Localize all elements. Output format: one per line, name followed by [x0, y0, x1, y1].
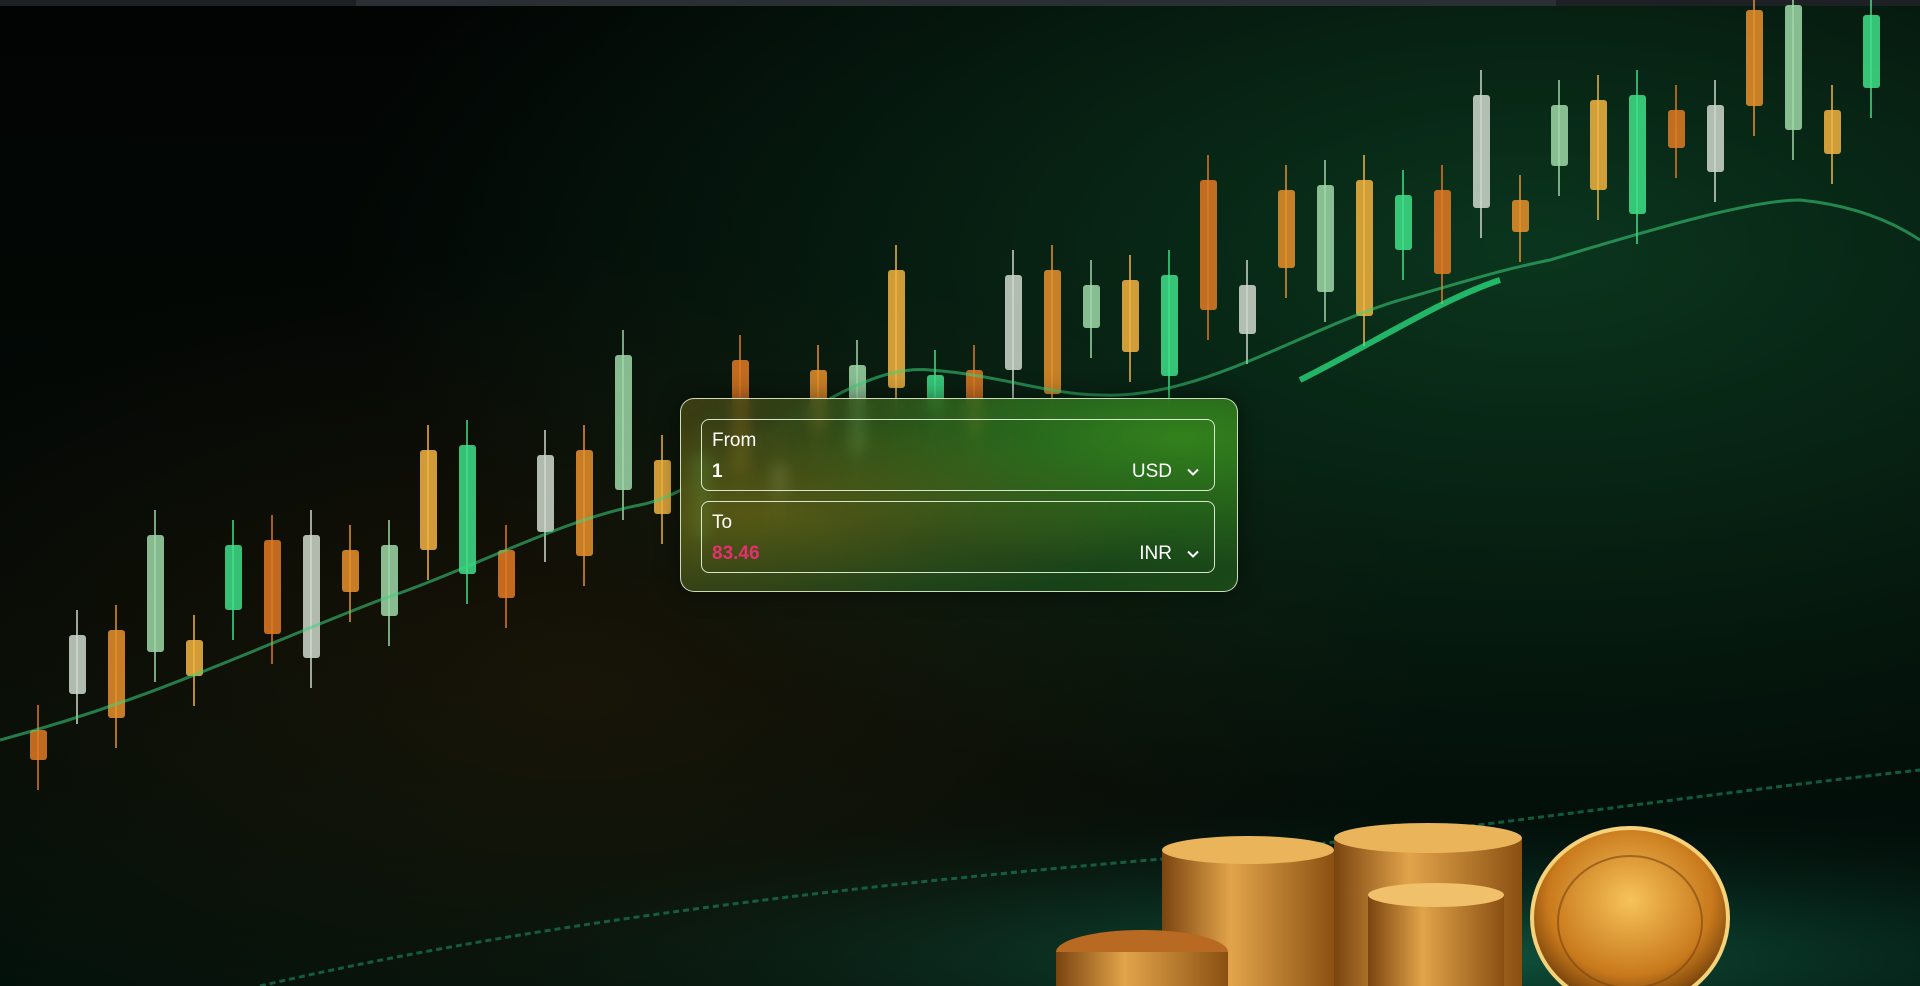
candle-body — [1473, 95, 1490, 208]
from-currency-code: USD — [1131, 461, 1172, 482]
candle-body — [498, 550, 515, 598]
candle-body — [1395, 195, 1412, 250]
candle-body — [420, 450, 437, 550]
candle-body — [147, 535, 164, 652]
candle-body — [1005, 275, 1022, 370]
candle-body — [1824, 110, 1841, 154]
candle-body — [1161, 275, 1178, 376]
from-currency-select[interactable]: USD — [1132, 458, 1200, 486]
candle-body — [537, 455, 554, 532]
candle-body — [1512, 200, 1529, 232]
candle-body — [1785, 5, 1802, 130]
candle-body — [1200, 180, 1217, 310]
candle-body — [1863, 15, 1880, 88]
candle-body — [1356, 180, 1373, 316]
from-amount-input[interactable]: 1 — [712, 461, 723, 483]
candle-body — [1122, 280, 1139, 352]
candle-body — [1044, 270, 1061, 394]
to-amount-output: 83.46 — [712, 543, 760, 564]
candle-body — [264, 540, 281, 634]
from-label: From — [712, 430, 757, 451]
chevron-down-icon — [1187, 550, 1199, 558]
candle-body — [30, 730, 47, 760]
candle-body — [342, 550, 359, 592]
candle-body — [1434, 190, 1451, 274]
candle-body — [1629, 95, 1646, 214]
candle-body — [1707, 105, 1724, 172]
candle-body — [1317, 185, 1334, 292]
candle-body — [1668, 110, 1685, 148]
candle-body — [186, 640, 203, 676]
candle-body — [1239, 285, 1256, 334]
candle-body — [615, 355, 632, 490]
candle-body — [225, 545, 242, 610]
candle-body — [654, 460, 671, 514]
candle-body — [459, 445, 476, 574]
candle-body — [69, 635, 86, 694]
to-currency-code: INR — [1139, 543, 1172, 564]
candle-body — [381, 545, 398, 616]
to-field[interactable]: To 83.46 INR — [701, 501, 1215, 573]
from-field[interactable]: From 1 USD — [701, 419, 1215, 491]
background-scene: From 1 USD To 83.46 INR — [0, 0, 1920, 986]
candle-body — [1083, 285, 1100, 328]
candle-body — [576, 450, 593, 556]
candle-body — [1278, 190, 1295, 268]
currency-converter-panel: From 1 USD To 83.46 INR — [680, 398, 1238, 592]
chevron-down-icon — [1187, 468, 1199, 476]
candle-body — [1551, 105, 1568, 166]
candle-body — [1746, 10, 1763, 106]
to-label: To — [712, 512, 733, 533]
to-currency-select[interactable]: INR — [1139, 540, 1200, 568]
candle-body — [1590, 100, 1607, 190]
candle-body — [303, 535, 320, 658]
